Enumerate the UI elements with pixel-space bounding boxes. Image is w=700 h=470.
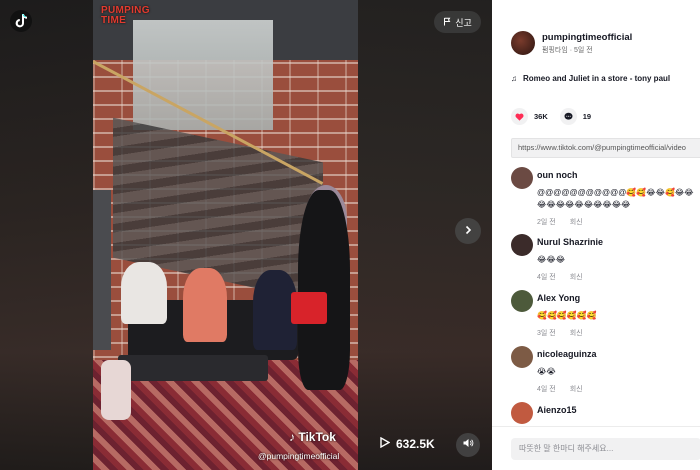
flag-icon	[443, 17, 452, 28]
view-count-value: 632.5K	[396, 437, 435, 451]
commenter-name[interactable]: nicoleaguinza	[537, 346, 700, 359]
blurred-background-left	[0, 0, 93, 470]
commenter-avatar[interactable]	[511, 402, 533, 424]
comment-time: 2일 전	[537, 219, 556, 226]
comment-item: oun noch @@@@@@@@@@@🥰🥰😂😂🥰😂😂😂😂😂😂😂😂😂😂😂😂 2일…	[511, 167, 700, 234]
video-link[interactable]: https://www.tiktok.com/@pumpingtimeoffic…	[511, 138, 700, 158]
music-title[interactable]: Romeo and Juliet in a store - tony paul	[523, 74, 670, 83]
person-red-suit	[183, 268, 227, 342]
commenter-avatar[interactable]	[511, 290, 533, 312]
door	[93, 190, 111, 350]
volume-button[interactable]	[456, 433, 480, 457]
author-info[interactable]: pumpingtimeofficial 펌핑타임 · 5일 전	[511, 31, 632, 55]
author-avatar[interactable]	[511, 31, 535, 55]
comment-time: 3일 전	[537, 330, 556, 337]
report-button[interactable]: 신고	[434, 11, 481, 33]
commenter-name[interactable]: Alex Yong	[537, 290, 700, 303]
commenter-name[interactable]: Nurul Shazrinie	[537, 234, 700, 247]
view-count: 632.5K	[380, 436, 435, 451]
coffee-table	[118, 355, 268, 381]
reply-button[interactable]: 회신	[570, 274, 583, 281]
watermark-handle: @pumpingtimeofficial	[258, 451, 340, 461]
comment-item: Nurul Shazrinie 😂😂😂 4일 전 회신	[511, 234, 700, 290]
comment-input-bar: 따뜻한 말 한마디 해주세요...	[492, 426, 700, 470]
red-handbag	[291, 292, 327, 324]
post-actions: 36K 19	[511, 108, 603, 125]
tiktok-logo-icon[interactable]	[10, 10, 32, 32]
person-white-suit	[121, 262, 167, 324]
next-video-button[interactable]	[455, 218, 481, 244]
commenter-name[interactable]: oun noch	[537, 167, 700, 180]
comment-icon	[564, 108, 573, 126]
author-name[interactable]: pumpingtimeofficial	[542, 32, 632, 43]
heart-icon	[515, 108, 524, 126]
comment-list: oun noch @@@@@@@@@@@🥰🥰😂😂🥰😂😂😂😂😂😂😂😂😂😂😂😂 2일…	[511, 167, 700, 442]
person-legs	[101, 360, 131, 420]
comment-text: 😂😂😂	[537, 255, 566, 264]
commenter-name[interactable]: Aienzo15	[537, 402, 700, 415]
comment-input[interactable]: 따뜻한 말 한마디 해주세요...	[511, 438, 700, 460]
reply-button[interactable]: 회신	[570, 330, 583, 337]
show-logo: PUMPING TIME	[101, 5, 150, 26]
tiktok-watermark: ♪ TikTok	[289, 430, 336, 444]
comment-time: 4일 전	[537, 274, 556, 281]
woman-dancing	[298, 190, 350, 390]
comment-text: 😭😭	[537, 367, 556, 376]
commenter-avatar[interactable]	[511, 167, 533, 189]
comment-count: 19	[582, 112, 592, 121]
chevron-right-icon	[463, 222, 473, 240]
details-panel: pumpingtimeofficial 펌핑타임 · 5일 전 ♫ Romeo …	[492, 0, 700, 470]
commenter-avatar[interactable]	[511, 234, 533, 256]
like-count: 36K	[534, 112, 548, 121]
reply-button[interactable]: 회신	[570, 386, 583, 393]
comment-item: nicoleaguinza 😭😭 4일 전 회신	[511, 346, 700, 402]
report-label: 신고	[455, 17, 472, 28]
music-info[interactable]: ♫ Romeo and Juliet in a store - tony pau…	[511, 74, 700, 83]
video-player[interactable]: PUMPING TIME ♪ TikTok @pumpingtimeoffici…	[0, 0, 492, 470]
speaker-icon	[462, 436, 474, 454]
author-subtitle: 펌핑타임 · 5일 전	[542, 46, 593, 54]
comment-text: 🥰🥰🥰🥰🥰🥰	[537, 311, 597, 320]
like-button[interactable]	[511, 108, 528, 125]
comment-text: @@@@@@@@@@@🥰🥰😂😂🥰😂😂😂😂😂😂😂😂😂😂😂😂	[537, 188, 694, 209]
comment-time: 4일 전	[537, 386, 556, 393]
reply-button[interactable]: 회신	[570, 219, 583, 226]
watermark-brand: TikTok	[298, 430, 336, 444]
glass-railing	[133, 20, 273, 130]
commenter-avatar[interactable]	[511, 346, 533, 368]
video-frame[interactable]: PUMPING TIME ♪ TikTok @pumpingtimeoffici…	[93, 0, 358, 470]
play-icon	[380, 436, 391, 451]
comment-item: Alex Yong 🥰🥰🥰🥰🥰🥰 3일 전 회신	[511, 290, 700, 346]
music-note-icon: ♫	[511, 74, 517, 83]
comment-button[interactable]	[559, 108, 577, 126]
